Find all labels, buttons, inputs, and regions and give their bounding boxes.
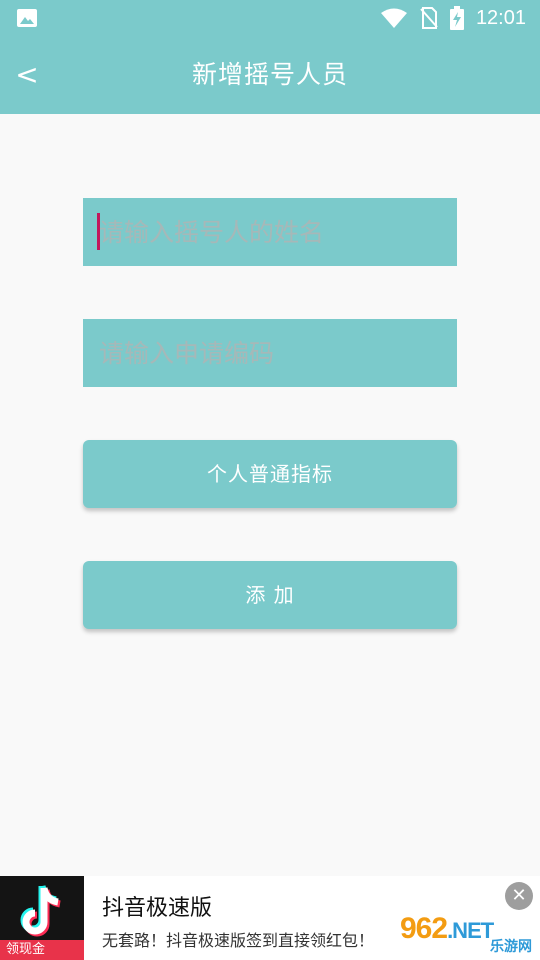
application-code-input[interactable]	[83, 319, 457, 387]
ad-cash-badge: 领现金	[0, 940, 84, 960]
add-button[interactable]: 添 加	[83, 561, 457, 629]
back-button[interactable]: <	[12, 58, 42, 92]
status-time: 12:01	[475, 6, 526, 29]
no-sim-icon	[420, 7, 438, 29]
watermark-subtitle: 乐游网	[490, 939, 532, 955]
image-icon	[17, 9, 37, 27]
battery-charging-icon	[449, 6, 464, 30]
ad-title: 抖音极速版	[102, 896, 213, 921]
watermark-number: 962	[400, 912, 448, 945]
watermark-suffix: .NET	[447, 918, 494, 943]
applicant-name-input[interactable]	[83, 198, 457, 266]
wifi-icon	[380, 8, 407, 28]
ad-app-logo: 领现金	[0, 876, 84, 960]
tiktok-note-icon	[20, 885, 61, 937]
site-watermark: 962.NET 乐游网	[400, 912, 534, 956]
text-caret	[97, 213, 100, 250]
page-title: 新增摇号人员	[191, 60, 348, 89]
status-bar: 12:01	[0, 0, 540, 36]
app-bar: 新增摇号人员 <	[0, 36, 540, 114]
quota-type-button[interactable]: 个人普通指标	[83, 440, 457, 508]
ad-subtitle: 无套路！抖音极速版签到直接领红包！	[102, 931, 375, 950]
ad-close-button[interactable]: ✕	[505, 882, 533, 910]
